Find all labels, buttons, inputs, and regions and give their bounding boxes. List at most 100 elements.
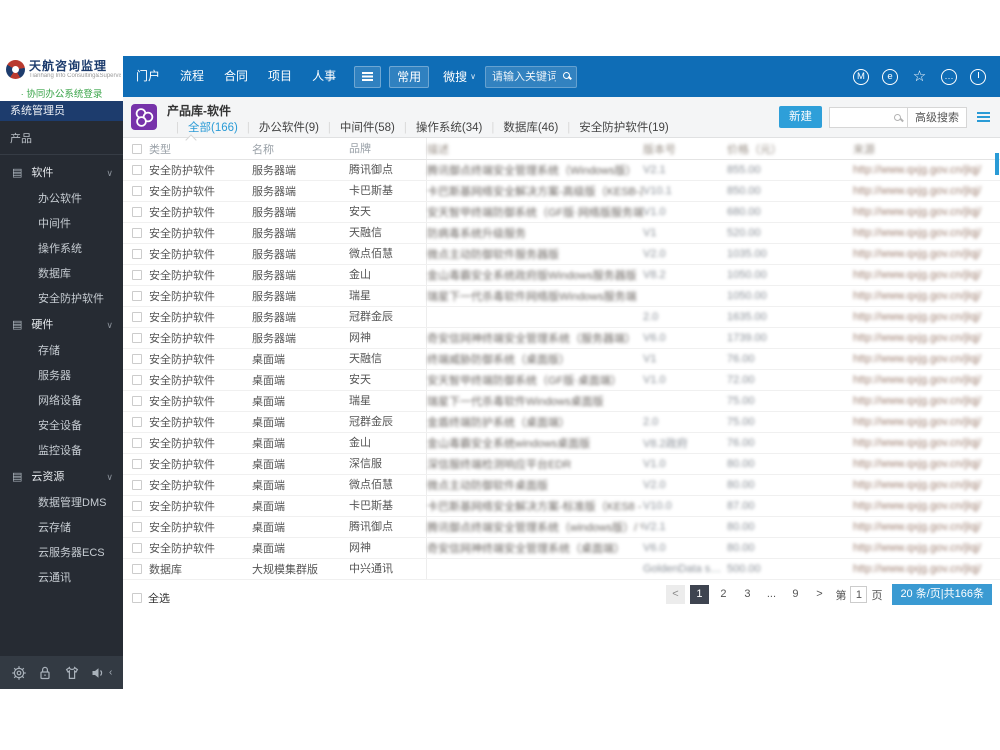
table-row[interactable]: 安全防护软件 服务器端 网神 奇安信网神终端安全管理系统（服务器端） V6.0 …: [123, 328, 1000, 349]
row-checkbox[interactable]: [132, 249, 142, 260]
table-row[interactable]: 数据库 大规模集群版 中兴通讯 GoldenData s… 500.00 htt…: [123, 559, 1000, 580]
category-tab[interactable]: 中间件(58): [319, 119, 395, 135]
search-icon[interactable]: [894, 113, 901, 121]
sidebar-item[interactable]: ▤存储 ∨: [0, 339, 123, 364]
table-row[interactable]: 安全防护软件 桌面端 卡巴斯基 卡巴斯基网络安全解决方案-标准版（KES8 - …: [123, 496, 1000, 517]
category-tab[interactable]: 数据库(46): [482, 119, 558, 135]
cell-source[interactable]: http://www.qxjg.gov.cn/jlqj/: [853, 290, 1000, 302]
page-number[interactable]: 3: [738, 585, 757, 604]
select-all-label[interactable]: 全选: [148, 590, 170, 606]
table-row[interactable]: 安全防护软件 服务器端 微点佰慧 微点主动防御软件服务器版 V2.0 1035.…: [123, 244, 1000, 265]
speaker-icon[interactable]: [90, 665, 106, 681]
list-view-icon[interactable]: [977, 111, 990, 123]
apps-menu-button[interactable]: [354, 65, 382, 88]
sidebar-item[interactable]: ▤操作系统 ∨: [0, 237, 123, 262]
table-row[interactable]: 安全防护软件 服务器端 天融信 防病毒系统升级服务 V1 520.00 http…: [123, 223, 1000, 244]
cell-source[interactable]: http://www.qxjg.gov.cn/jlqj/: [853, 227, 1000, 239]
sidebar-item[interactable]: ▤安全设备 ∨: [0, 414, 123, 439]
new-button[interactable]: 新建: [779, 106, 822, 128]
select-all-checkbox-header[interactable]: [132, 143, 142, 154]
cell-source[interactable]: http://www.qxjg.gov.cn/jlqj/: [853, 395, 1000, 407]
scrollbar-thumb[interactable]: [995, 153, 999, 175]
table-search-input[interactable]: [830, 108, 894, 126]
table-row[interactable]: 安全防护软件 桌面端 瑞星 瑞星下一代杀毒软件Windows桌面版 75.00 …: [123, 391, 1000, 412]
nav-item[interactable]: 人事: [302, 56, 346, 97]
cell-source[interactable]: http://www.qxjg.gov.cn/jlqj/: [853, 248, 1000, 260]
lock-icon[interactable]: [37, 665, 53, 681]
prev-page-button[interactable]: <: [665, 585, 685, 604]
cell-source[interactable]: http://www.qxjg.gov.cn/jlqj/: [853, 332, 1000, 344]
sidebar-item[interactable]: ▤数据管理DMS ∨: [0, 491, 123, 516]
cell-source[interactable]: http://www.qxjg.gov.cn/jlqj/: [853, 500, 1000, 512]
table-row[interactable]: 安全防护软件 桌面端 金山 金山毒霸安全系统windows桌面版 V8.2政府 …: [123, 433, 1000, 454]
cell-source[interactable]: http://www.qxjg.gov.cn/jlqj/: [853, 206, 1000, 218]
row-checkbox[interactable]: [132, 312, 142, 323]
cell-source[interactable]: http://www.qxjg.gov.cn/jlqj/: [853, 269, 1000, 281]
col-version[interactable]: 版本号: [643, 141, 727, 157]
table-row[interactable]: 安全防护软件 桌面端 微点佰慧 微点主动防御软件桌面版 V2.0 80.00 h…: [123, 475, 1000, 496]
row-checkbox[interactable]: [132, 270, 142, 281]
col-type[interactable]: 类型: [149, 141, 252, 157]
collapse-arrow-icon[interactable]: ‹: [109, 667, 112, 678]
row-checkbox[interactable]: [132, 543, 142, 554]
settings-gear-icon[interactable]: [11, 665, 27, 681]
category-tab[interactable]: 全部(166): [167, 119, 238, 135]
topbar-icon[interactable]: …: [941, 68, 957, 85]
topbar-icon[interactable]: M: [853, 68, 869, 85]
sidebar-item[interactable]: ▤云服务器ECS ∨: [0, 541, 123, 566]
search-icon[interactable]: [562, 71, 570, 79]
cell-source[interactable]: http://www.qxjg.gov.cn/jlqj/: [853, 416, 1000, 428]
nav-item[interactable]: 门户: [126, 56, 170, 97]
row-checkbox[interactable]: [132, 186, 142, 197]
sidebar-item[interactable]: ▤监控设备 ∨: [0, 439, 123, 464]
row-checkbox[interactable]: [132, 438, 142, 449]
cell-source[interactable]: http://www.qxjg.gov.cn/jlqj/: [853, 521, 1000, 533]
sidebar-item[interactable]: ▤网络设备 ∨: [0, 389, 123, 414]
sidebar-item[interactable]: ▤云通讯 ∨: [0, 566, 123, 591]
cell-source[interactable]: http://www.qxjg.gov.cn/jlqj/: [853, 479, 1000, 491]
row-checkbox[interactable]: [132, 459, 142, 470]
cell-source[interactable]: http://www.qxjg.gov.cn/jlqj/: [853, 542, 1000, 554]
topbar-icon[interactable]: [970, 68, 986, 85]
page-number[interactable]: 9: [786, 585, 805, 604]
cell-source[interactable]: http://www.qxjg.gov.cn/jlqj/: [853, 563, 1000, 575]
row-checkbox[interactable]: [132, 291, 142, 302]
col-name[interactable]: 名称: [252, 141, 349, 157]
category-tab[interactable]: 办公软件(9): [238, 119, 319, 135]
cell-source[interactable]: http://www.qxjg.gov.cn/jlqj/: [853, 458, 1000, 470]
select-all-checkbox[interactable]: [132, 593, 142, 603]
table-row[interactable]: 安全防护软件 桌面端 天融信 终端威胁防御系统（桌面版） V1 76.00 ht…: [123, 349, 1000, 370]
page-number[interactable]: 1: [689, 585, 709, 604]
row-checkbox[interactable]: [132, 480, 142, 491]
sidebar-item[interactable]: ▤安全防护软件 ∨: [0, 287, 123, 312]
col-desc[interactable]: 描述: [427, 141, 643, 157]
page-number[interactable]: ...: [762, 585, 781, 604]
table-row[interactable]: 安全防护软件 服务器端 瑞星 瑞星下一代杀毒软件网络版Windows服务端 10…: [123, 286, 1000, 307]
table-row[interactable]: 安全防护软件 服务器端 卡巴斯基 卡巴斯基网络安全解决方案-高级版（KESB-高…: [123, 181, 1000, 202]
table-row[interactable]: 安全防护软件 服务器端 金山 金山毒霸安全系统政府版Windows服务器版 V8…: [123, 265, 1000, 286]
office-login-link[interactable]: · 协同办公系统登录: [0, 86, 123, 100]
nav-item[interactable]: 合同: [214, 56, 258, 97]
row-checkbox[interactable]: [132, 333, 142, 344]
sidebar-item[interactable]: ▤中间件 ∨: [0, 212, 123, 237]
cell-source[interactable]: http://www.qxjg.gov.cn/jlqj/: [853, 311, 1000, 323]
topbar-icon[interactable]: e: [882, 68, 898, 85]
row-checkbox[interactable]: [132, 501, 142, 512]
category-tab[interactable]: 安全防护软件(19): [558, 119, 668, 135]
table-row[interactable]: 安全防护软件 服务器端 安天 安天智甲终端防御系统（GF版·网络版服务端） V1…: [123, 202, 1000, 223]
row-checkbox[interactable]: [132, 165, 142, 176]
col-brand[interactable]: 品牌: [349, 138, 427, 159]
table-row[interactable]: 安全防护软件 桌面端 腾讯御点 腾讯御点终端安全管理系统（windows版）/ …: [123, 517, 1000, 538]
sidebar-item[interactable]: ▤数据库 ∨: [0, 262, 123, 287]
col-source[interactable]: 来源: [853, 141, 1000, 157]
cell-source[interactable]: http://www.qxjg.gov.cn/jlqj/: [853, 437, 1000, 449]
advanced-search-button[interactable]: 高级搜索: [907, 106, 967, 128]
table-row[interactable]: 安全防护软件 服务器端 冠群金辰 2.0 1635.00 http://www.…: [123, 307, 1000, 328]
sidebar-item[interactable]: ▤ 云资源 ∨: [0, 464, 123, 491]
cell-source[interactable]: http://www.qxjg.gov.cn/jlqj/: [853, 353, 1000, 365]
row-checkbox[interactable]: [132, 522, 142, 533]
jump-page-input[interactable]: 1: [850, 586, 868, 603]
table-row[interactable]: 安全防护软件 桌面端 冠群金辰 金盾终端防护系统（桌面端） 2.0 75.00 …: [123, 412, 1000, 433]
row-checkbox[interactable]: [132, 396, 142, 407]
topbar-icon[interactable]: ☆: [911, 68, 928, 85]
